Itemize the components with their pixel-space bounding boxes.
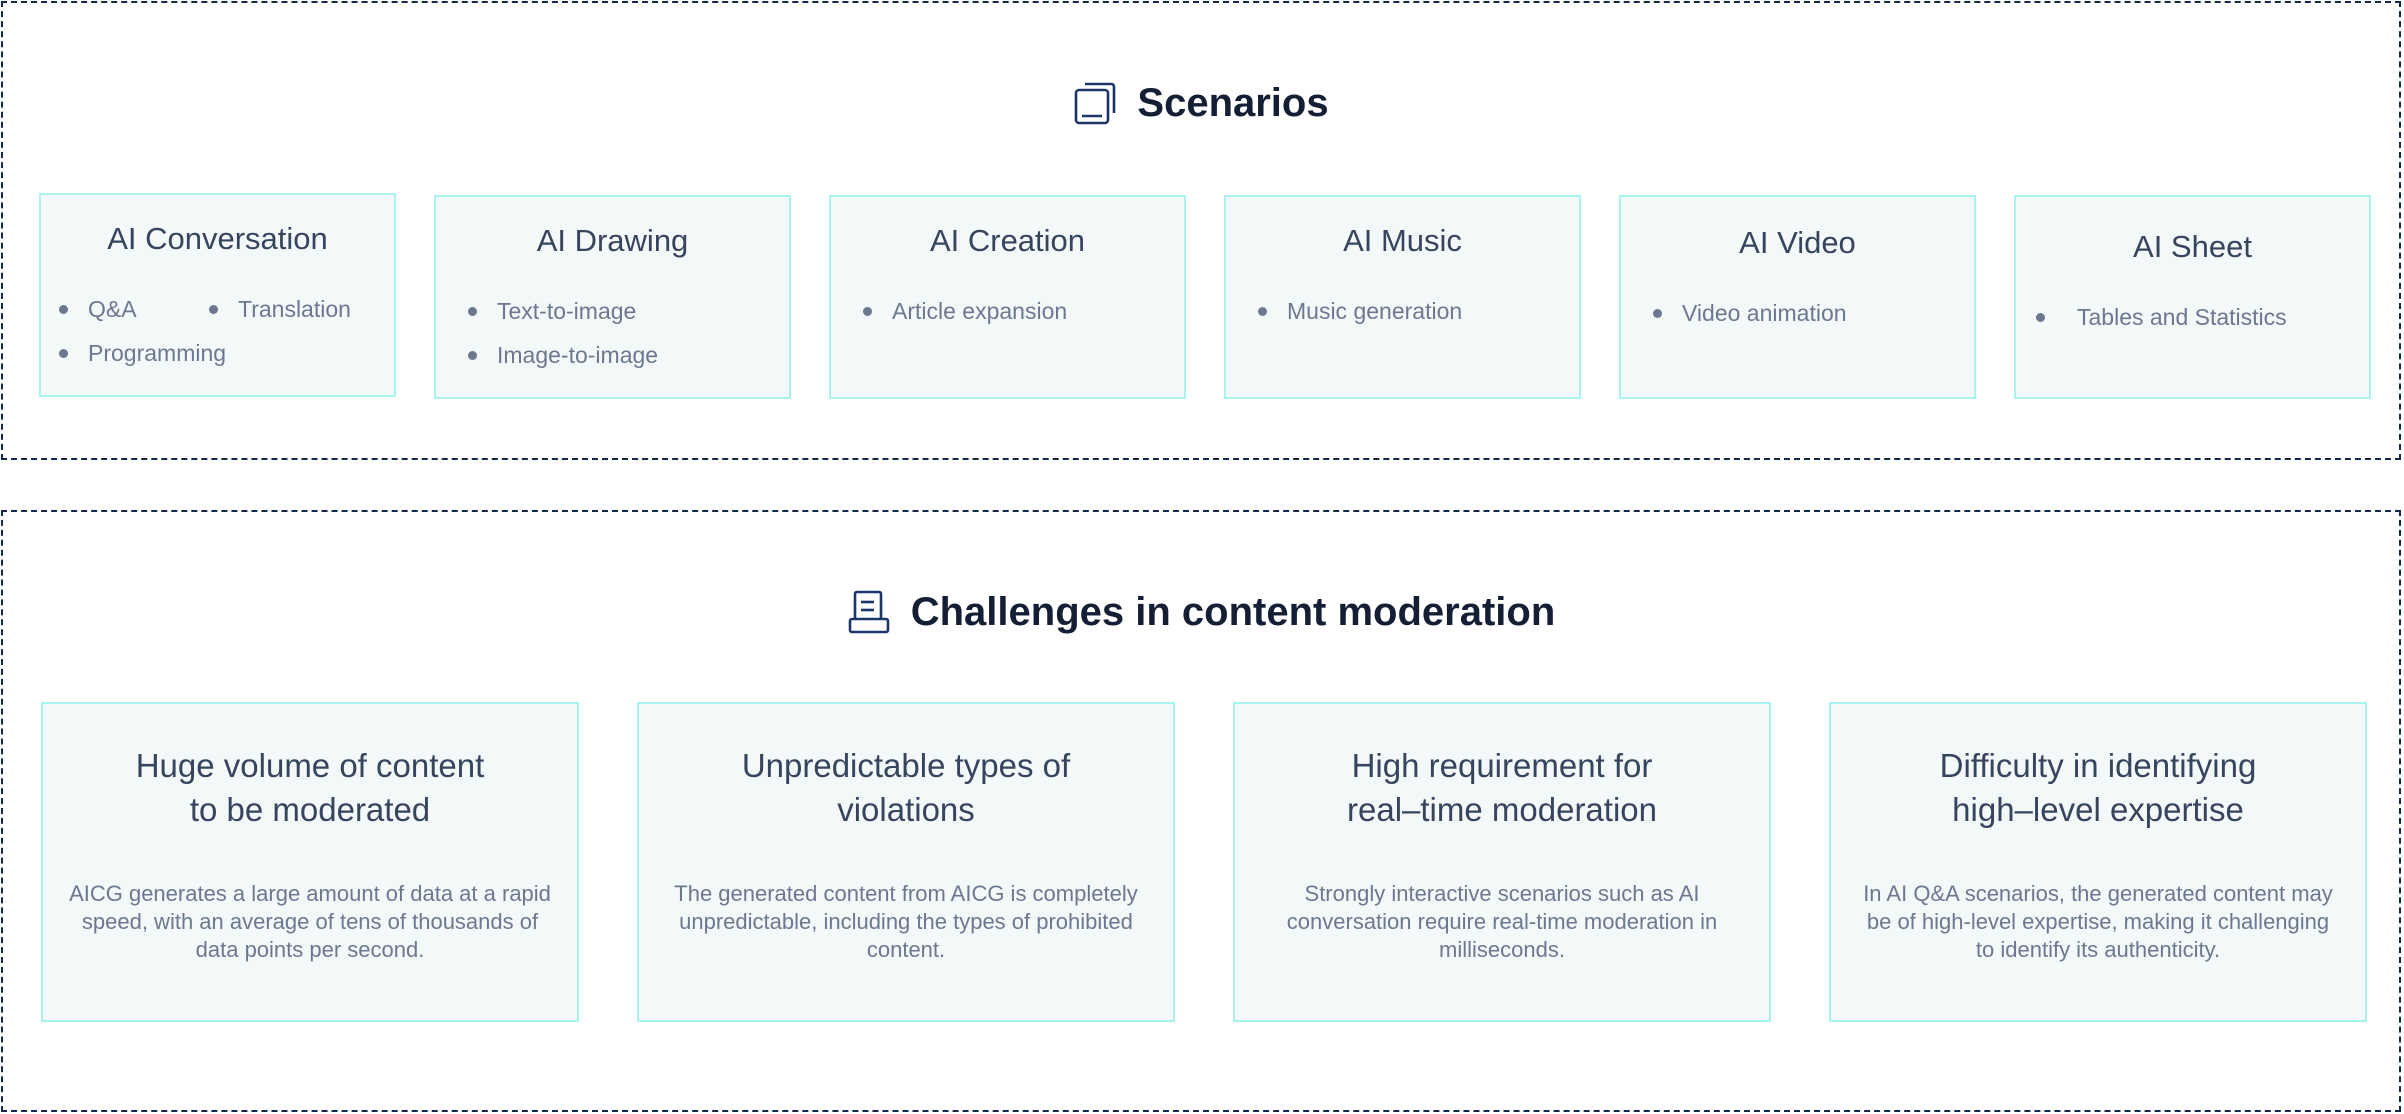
challenge-card-high-level-expertise: Difficulty in identifying high–level exp… <box>1829 702 2367 1022</box>
challenge-card-title: Huge volume of content to be moderated <box>135 747 485 828</box>
challenges-heading: Challenges in content moderation <box>3 584 2399 640</box>
scenario-items: Tables and Statistics <box>2036 295 2359 339</box>
scenario-card-title: AI Music <box>1343 223 1462 258</box>
scenario-item: Article expansion <box>863 289 1067 333</box>
bullet-icon <box>1258 306 1267 316</box>
scenarios-section: Scenarios AI Conversation Q&A Translatio… <box>1 1 2401 460</box>
challenge-card-title: Difficulty in identifying high–level exp… <box>1939 747 2257 828</box>
challenge-card-real-time-moderation: High requirement for real–time moderatio… <box>1233 702 1771 1022</box>
bullet-icon <box>2036 312 2045 322</box>
bullet-icon <box>863 306 872 316</box>
layers-icon <box>1073 80 1117 126</box>
scenario-card-ai-drawing: AI Drawing Text-to-image Image-to-image <box>434 195 791 399</box>
bullet-icon <box>59 304 68 314</box>
scenario-card-title: AI Video <box>1739 225 1856 260</box>
challenge-card-huge-volume: Huge volume of content to be moderated A… <box>41 702 579 1022</box>
scenario-items: Text-to-image Image-to-image <box>468 289 779 377</box>
scenario-card-ai-sheet: AI Sheet Tables and Statistics <box>2014 195 2371 399</box>
scenario-item: Q&A <box>59 287 209 331</box>
scenario-items: Article expansion <box>863 289 1174 333</box>
scenario-card-title: AI Drawing <box>536 223 689 258</box>
challenge-card-description: The generated content from AICG is compl… <box>674 881 1138 962</box>
scenario-item: Translation <box>209 287 359 331</box>
challenge-card-description: AICG generates a large amount of data at… <box>69 881 551 962</box>
scenario-card-ai-music: AI Music Music generation <box>1224 195 1581 399</box>
scenario-item: Programming <box>59 331 359 375</box>
challenge-card-description: Strongly interactive scenarios such as A… <box>1286 881 1718 962</box>
bullet-icon <box>209 304 218 314</box>
scenario-card-ai-video: AI Video Video animation <box>1619 195 1976 399</box>
document-stack-icon <box>847 589 891 635</box>
scenario-card-ai-conversation: AI Conversation Q&A Translation Programm… <box>39 193 396 397</box>
scenario-item: Image-to-image <box>468 333 725 377</box>
scenarios-title: Scenarios <box>1137 80 1329 125</box>
scenario-item: Tables and Statistics <box>2036 295 2287 339</box>
challenge-card-title: High requirement for real–time moderatio… <box>1347 747 1657 828</box>
bullet-icon <box>468 306 477 316</box>
scenario-items: Music generation <box>1258 289 1569 333</box>
scenario-card-title: AI Conversation <box>107 221 328 256</box>
challenge-card-unpredictable-violations: Unpredictable types of violations The ge… <box>637 702 1175 1022</box>
challenge-card-title: Unpredictable types of violations <box>741 747 1071 828</box>
scenarios-heading: Scenarios <box>3 75 2399 131</box>
scenario-items: Video animation <box>1653 291 1964 335</box>
bullet-icon <box>468 350 477 360</box>
scenario-item: Text-to-image <box>468 289 725 333</box>
challenge-card-description: In AI Q&A scenarios, the generated conte… <box>1863 881 2333 962</box>
scenario-card-ai-creation: AI Creation Article expansion <box>829 195 1186 399</box>
bullet-icon <box>59 348 68 358</box>
bullet-icon <box>1653 308 1662 318</box>
challenges-section: Challenges in content moderation Huge vo… <box>1 510 2401 1112</box>
challenges-title: Challenges in content moderation <box>910 589 1556 634</box>
scenario-item: Music generation <box>1258 289 1462 333</box>
scenario-card-title: AI Creation <box>929 223 1086 258</box>
scenario-items: Q&A Translation Programming <box>59 287 384 375</box>
scenario-item: Video animation <box>1653 291 1847 335</box>
scenario-card-title: AI Sheet <box>2133 229 2252 264</box>
